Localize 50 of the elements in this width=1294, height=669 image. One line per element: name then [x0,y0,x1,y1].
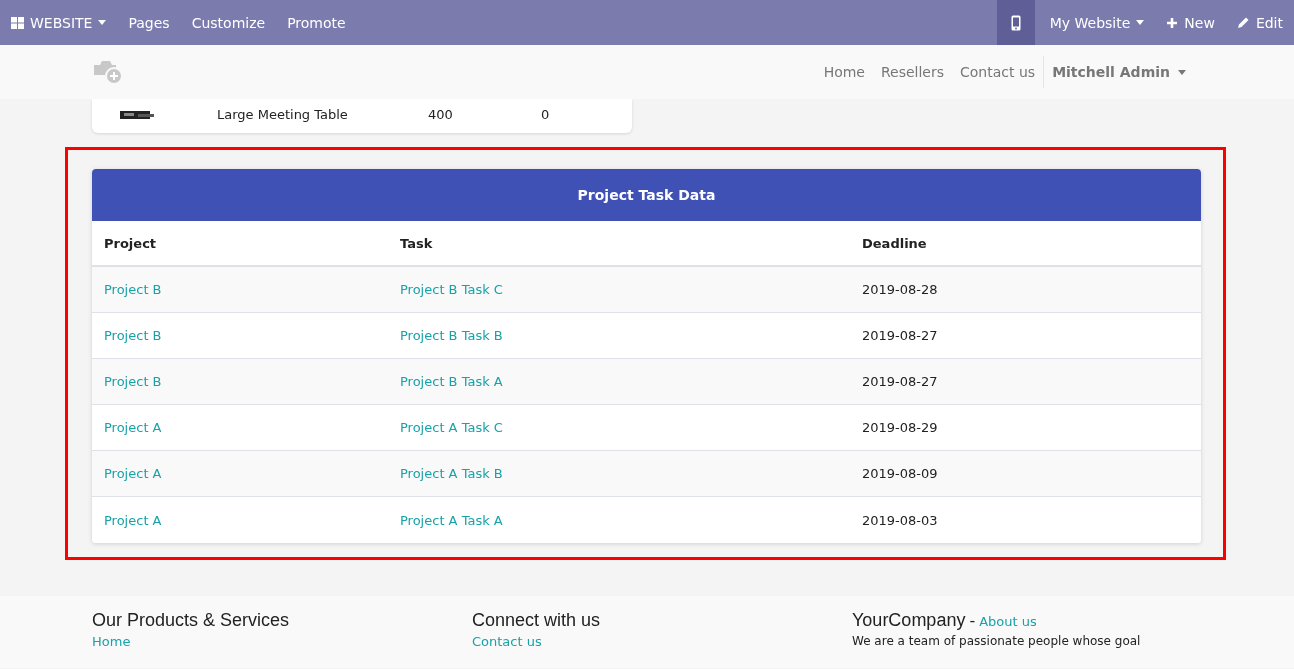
separator: - [969,611,976,630]
menu-item[interactable]: Customize [180,0,277,45]
project-link[interactable]: Project B [104,282,162,297]
table-cell: 2019-08-28 [862,282,938,297]
table-cell: 2019-08-27 [862,374,938,389]
task-link[interactable]: Project A Task C [400,420,503,435]
nav-link[interactable]: Home [815,64,873,80]
table-cell: 2019-08-27 [862,328,938,343]
new-button[interactable]: New [1155,0,1226,45]
project-link[interactable]: Project A [104,512,162,528]
menu-item[interactable]: Pages [117,0,181,45]
user-menu[interactable]: Mitchell Admin [1043,56,1194,88]
task-link[interactable]: Project B Task A [400,374,503,389]
task-link[interactable]: Project A Task B [400,466,503,481]
footer-heading: YourCompany [852,610,966,631]
camera-add-icon [92,59,124,85]
column-header: Task [400,235,434,251]
table-cell-text: Large Meeting Table [217,106,349,122]
table-cell-text: 400 [428,106,454,122]
table-cell-text: 0 [541,106,551,122]
project-link[interactable]: Project A [104,420,162,435]
task-link[interactable]: Project B Task B [400,328,503,343]
table-cell: 2019-08-09 [862,466,938,481]
nav-link[interactable]: Contact us [952,64,1044,80]
plus-icon [1166,16,1179,29]
column-header: Project [104,235,158,251]
footer-heading: Connect with us [472,610,601,631]
table-cell: 2019-08-29 [862,420,938,435]
project-link[interactable]: Project A [104,466,162,481]
footer-link[interactable]: Contact us [472,634,852,649]
menu-item[interactable]: Promote [276,0,357,45]
footer-link[interactable]: Home [92,634,472,649]
about-link[interactable]: About us [979,614,1037,629]
nav-link[interactable]: Resellers [872,64,953,80]
edit-button[interactable]: Edit [1225,0,1294,45]
project-link[interactable]: Project B [104,374,162,389]
website-menu[interactable]: WEBSITE [0,0,118,45]
project-link[interactable]: Project B [104,328,162,343]
mobile-preview-button[interactable] [996,0,1035,45]
footer-text: We are a team of passionate people whose goal [852,634,1142,648]
table-cell: 2019-08-03 [862,512,938,528]
footer-heading: Our Products & Services [92,610,290,631]
my-website-menu[interactable]: My Website [1034,0,1156,45]
table-title: Project Task Data [92,169,1201,221]
apps-icon [11,16,24,29]
mobile-icon [1010,14,1021,31]
task-link[interactable]: Project A Task A [400,512,503,528]
pencil-icon [1236,16,1250,29]
column-header: Deadline [862,235,928,251]
task-link[interactable]: Project B Task C [400,282,503,297]
